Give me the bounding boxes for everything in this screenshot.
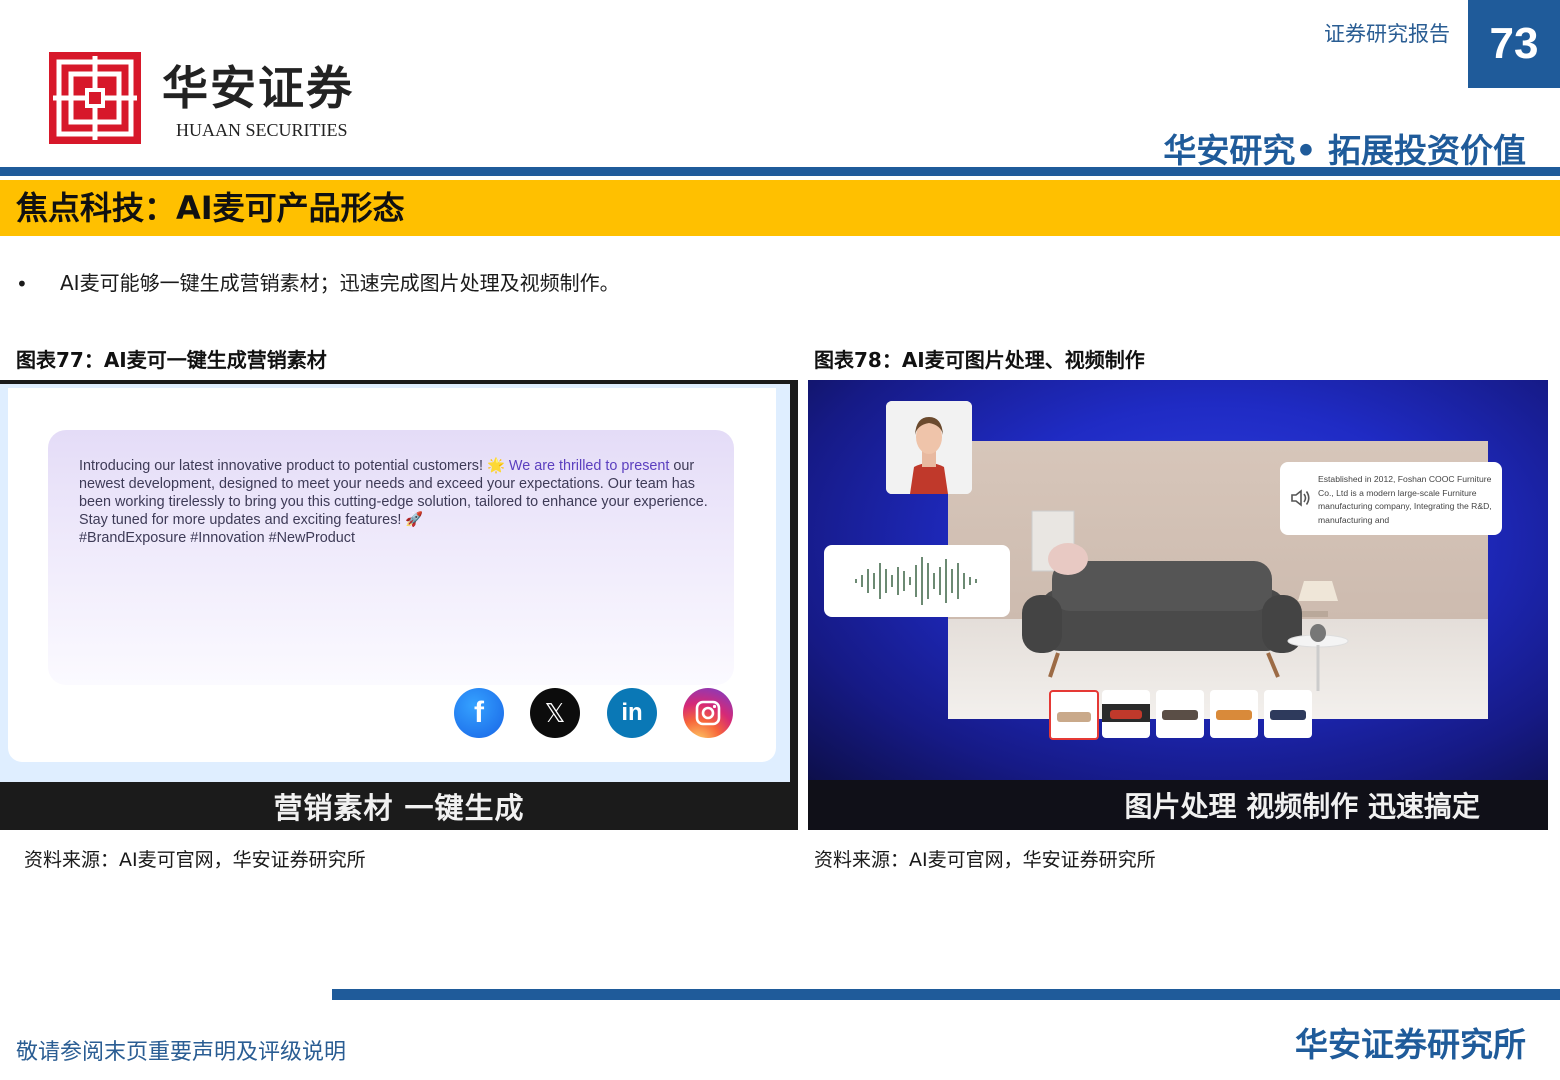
bullet-mark: • bbox=[16, 272, 28, 296]
page-number: 73 bbox=[1468, 0, 1560, 88]
sofa-thumb-icon bbox=[1270, 710, 1306, 720]
sofa-thumb-icon bbox=[1162, 710, 1198, 720]
footer-divider bbox=[332, 989, 1560, 1000]
linkedin-glyph: in bbox=[621, 699, 643, 726]
sofa-thumbnail-2[interactable] bbox=[1102, 690, 1150, 738]
figure78-image: Established in 2012, Foshan COOC Furnitu… bbox=[808, 380, 1548, 830]
header-divider bbox=[0, 167, 1560, 176]
post-copy-highlight: We are thrilled to present bbox=[508, 458, 670, 474]
x-glyph: 𝕏 bbox=[544, 697, 566, 728]
facebook-icon[interactable]: f bbox=[454, 688, 504, 738]
sofa-thumb-icon bbox=[1216, 710, 1252, 720]
audio-waveform-icon bbox=[855, 557, 977, 605]
x-icon[interactable]: 𝕏 bbox=[530, 688, 580, 738]
sofa-thumbnail-1[interactable] bbox=[1049, 690, 1099, 740]
bullet-text: AI麦可能够一键生成营销素材；迅速完成图片处理及视频制作。 bbox=[60, 271, 620, 295]
report-type-label: 证券研究报告 bbox=[1324, 22, 1450, 46]
figure78-source: 资料来源：AI麦可官网，华安证券研究所 bbox=[814, 849, 1156, 871]
post-hashtags: #BrandExposure #Innovation #NewProduct bbox=[79, 530, 355, 546]
instagram-icon[interactable] bbox=[683, 688, 733, 738]
post-copy-lead: Introducing our latest innovative produc… bbox=[79, 458, 505, 474]
logo-chinese-name: 华安证券 bbox=[162, 61, 354, 115]
header-slogan: 华安研究• 拓展投资价值 bbox=[1163, 131, 1526, 170]
voice-waveform-card bbox=[824, 545, 1010, 617]
figure78-title: 图表78：AI麦可图片处理、视频制作 bbox=[814, 348, 1145, 372]
sofa-thumb-icon bbox=[1102, 704, 1150, 722]
facebook-glyph: f bbox=[474, 696, 484, 729]
sofa-thumb-icon bbox=[1057, 712, 1091, 722]
sofa-thumbnail-4[interactable] bbox=[1210, 690, 1258, 738]
digital-human-avatar bbox=[886, 401, 972, 494]
figure77-source: 资料来源：AI麦可官网，华安证券研究所 bbox=[24, 849, 366, 871]
post-copy: Introducing our latest innovative produc… bbox=[79, 457, 719, 547]
linkedin-icon[interactable]: in bbox=[607, 688, 657, 738]
page-title: 焦点科技：AI麦可产品形态 bbox=[16, 189, 405, 227]
sofa-thumbnail-5[interactable] bbox=[1264, 690, 1312, 738]
instagram-camera-icon bbox=[695, 700, 721, 726]
speaker-icon bbox=[1291, 489, 1310, 507]
figure77-title: 图表77：AI麦可一键生成营销素材 bbox=[16, 348, 327, 372]
disclaimer-note: 敬请参阅末页重要声明及评级说明 bbox=[16, 1040, 347, 1065]
figure78-subtitle: 图片处理 视频制作 迅速搞定 bbox=[1124, 790, 1481, 823]
company-info-text: Established in 2012, Foshan COOC Furnitu… bbox=[1318, 474, 1492, 525]
huaan-logo-mark bbox=[49, 52, 141, 144]
logo-english-name: HUAAN SECURITIES bbox=[176, 120, 348, 140]
presenter-portrait bbox=[886, 401, 972, 494]
sofa-thumbnail-3[interactable] bbox=[1156, 690, 1204, 738]
footer-brand: 华安证券研究所 bbox=[1295, 1025, 1526, 1064]
figure77-subtitle: 营销素材 一键生成 bbox=[273, 791, 525, 825]
figure77-image: Introducing our latest innovative produc… bbox=[0, 380, 798, 830]
